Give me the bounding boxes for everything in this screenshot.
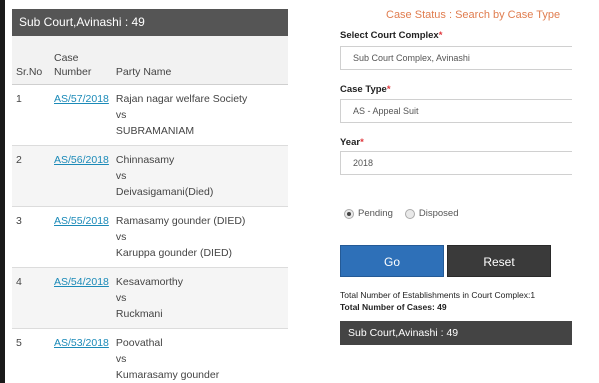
column-header-case-line2: Number bbox=[54, 65, 92, 78]
case-number-link[interactable]: AS/53/2018 bbox=[54, 337, 109, 349]
results-header: Sub Court,Avinashi : 49 bbox=[12, 9, 288, 36]
table-row: 2 AS/56/2018 Chinnasamy vs Deivasigamani… bbox=[12, 145, 288, 206]
versus-label: vs bbox=[115, 169, 127, 182]
row-sr-no: 5 bbox=[16, 336, 22, 349]
case-number-link[interactable]: AS/54/2018 bbox=[54, 276, 109, 288]
pending-radio[interactable] bbox=[344, 208, 354, 219]
respondent-name: Ruckmani bbox=[115, 307, 163, 320]
row-party-name: Rajan nagar welfare Society vs SUBRAMANI… bbox=[112, 84, 288, 145]
row-party-name: Chinnasamy vs Deivasigamani(Died) bbox=[112, 145, 288, 206]
row-party-name: Kesavamorthy vs Ruckmani bbox=[112, 267, 288, 328]
case-number-link[interactable]: AS/57/2018 bbox=[54, 93, 109, 105]
year-input[interactable]: 2018 bbox=[340, 151, 572, 175]
row-case-number-cell: AS/54/2018 bbox=[50, 267, 112, 328]
row-case-number-cell: AS/56/2018 bbox=[50, 145, 112, 206]
petitioner-name: Ramasamy gounder (DIED) bbox=[115, 214, 246, 227]
row-case-number-cell: AS/55/2018 bbox=[50, 206, 112, 267]
required-marker: * bbox=[360, 137, 364, 148]
respondent-name: Karuppa gounder (DIED) bbox=[115, 246, 233, 259]
case-number-link[interactable]: AS/56/2018 bbox=[54, 154, 109, 166]
table-header-row: Sr.No Case Number Party Name bbox=[12, 36, 288, 85]
reset-button[interactable]: Reset bbox=[447, 245, 551, 277]
case-type-select[interactable]: AS - Appeal Suit bbox=[340, 99, 572, 123]
versus-label: vs bbox=[115, 291, 127, 304]
row-case-number-cell: AS/57/2018 bbox=[50, 84, 112, 145]
petitioner-name: Poovathal bbox=[115, 336, 163, 349]
required-marker: * bbox=[438, 30, 443, 41]
row-party-name: Poovathal vs Kumarasamy gounder bbox=[112, 328, 288, 383]
respondent-name: Deivasigamani(Died) bbox=[115, 185, 214, 198]
respondent-name: Kumarasamy gounder bbox=[115, 368, 220, 381]
table-row: 3 AS/55/2018 Ramasamy gounder (DIED) vs … bbox=[12, 206, 288, 267]
court-complex-select[interactable]: Sub Court Complex, Avinashi bbox=[340, 46, 572, 70]
pending-radio-label[interactable]: Pending bbox=[358, 208, 393, 219]
status-radio-group: Pending Disposed bbox=[344, 208, 470, 219]
row-sr-no: 4 bbox=[16, 275, 22, 288]
petitioner-name: Rajan nagar welfare Society bbox=[115, 92, 248, 105]
row-sr-no: 3 bbox=[16, 214, 22, 227]
versus-label: vs bbox=[115, 230, 127, 243]
table-row: 4 AS/54/2018 Kesavamorthy vs Ruckmani bbox=[12, 267, 288, 328]
window-left-edge bbox=[0, 0, 5, 383]
column-header-party-name: Party Name bbox=[111, 36, 288, 85]
case-type-label-text: Case Type bbox=[340, 84, 387, 95]
year-label: Year* bbox=[340, 137, 364, 148]
total-cases-text: Total Number of Cases: 49 bbox=[340, 302, 447, 312]
column-header-case-line1: Case bbox=[54, 51, 79, 64]
petitioner-name: Kesavamorthy bbox=[115, 275, 184, 288]
disposed-radio[interactable] bbox=[404, 208, 415, 219]
versus-label: vs bbox=[115, 108, 127, 121]
search-panel: Case Status : Search by Case Type Select… bbox=[340, 0, 599, 383]
table-row: 1 AS/57/2018 Rajan nagar welfare Society… bbox=[12, 84, 288, 145]
results-summary-bar[interactable]: Sub Court,Avinashi : 49 bbox=[340, 321, 572, 345]
total-establishments-text: Total Number of Establishments in Court … bbox=[340, 290, 536, 300]
year-label-text: Year bbox=[340, 137, 361, 148]
row-party-name: Ramasamy gounder (DIED) vs Karuppa gound… bbox=[112, 206, 288, 267]
results-panel: Sub Court,Avinashi : 49 Sr.No Case Numbe… bbox=[12, 9, 288, 383]
case-type-label: Case Type* bbox=[340, 84, 391, 95]
column-header-case-number: Case Number bbox=[50, 36, 112, 85]
required-marker: * bbox=[386, 84, 391, 95]
table-row: 5 AS/53/2018 Poovathal vs Kumarasamy gou… bbox=[12, 328, 288, 383]
respondent-name: SUBRAMANIAM bbox=[115, 124, 195, 137]
row-sr-no: 2 bbox=[16, 153, 22, 166]
disposed-radio-label[interactable]: Disposed bbox=[419, 208, 459, 219]
column-header-sr-no: Sr.No bbox=[12, 36, 50, 85]
case-number-link[interactable]: AS/55/2018 bbox=[54, 215, 109, 227]
results-table: Sr.No Case Number Party Name 1 AS/57/201… bbox=[12, 36, 288, 383]
court-complex-label: Select Court Complex* bbox=[340, 30, 442, 41]
row-case-number-cell: AS/53/2018 bbox=[50, 328, 112, 383]
go-button[interactable]: Go bbox=[340, 245, 444, 277]
petitioner-name: Chinnasamy bbox=[115, 153, 175, 166]
versus-label: vs bbox=[115, 352, 127, 365]
row-sr-no: 1 bbox=[16, 92, 22, 105]
search-title: Case Status : Search by Case Type bbox=[386, 9, 561, 21]
court-complex-label-text: Select Court Complex bbox=[340, 30, 439, 41]
